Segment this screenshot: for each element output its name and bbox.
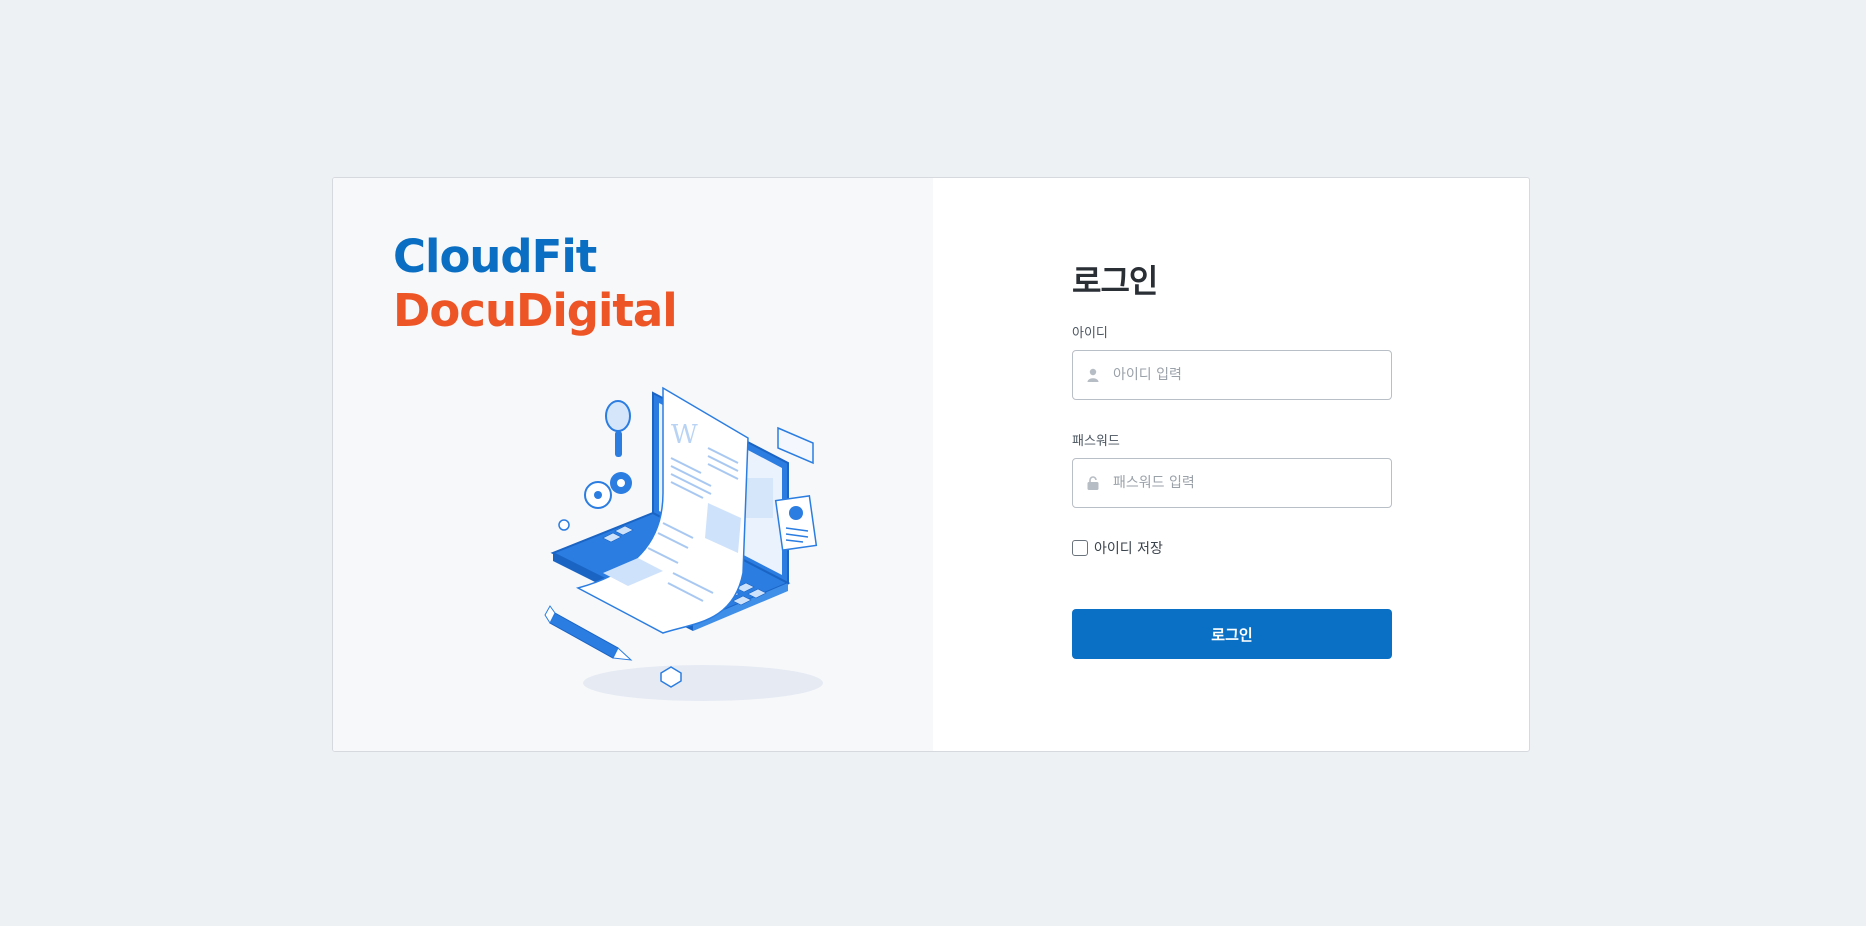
brand-logo: CloudFit DocuDigital (393, 230, 678, 338)
login-form: 로그인 아이디 패스워드 (1072, 256, 1392, 659)
id-input[interactable] (1111, 366, 1375, 384)
password-label: 패스워드 (1072, 434, 1120, 449)
remember-id-checkbox[interactable] (1072, 540, 1088, 556)
id-field[interactable] (1072, 350, 1392, 400)
login-panel: 로그인 아이디 패스워드 (933, 178, 1529, 751)
page-title: 로그인 (1072, 262, 1158, 300)
laptop-document-illustration: W (544, 386, 823, 701)
login-button[interactable]: 로그인 (1072, 609, 1392, 659)
id-label: 아이디 (1072, 326, 1108, 341)
password-field[interactable] (1072, 458, 1392, 508)
remember-id-row: 아이디 저장 (1072, 538, 1392, 558)
brand-name-primary: CloudFit (393, 230, 597, 283)
brand-name-secondary: DocuDigital (393, 284, 678, 337)
user-icon (1085, 366, 1101, 384)
svg-text:W: W (671, 420, 698, 450)
brand-panel: CloudFit DocuDigital W (333, 178, 933, 751)
remember-id-label[interactable]: 아이디 저장 (1094, 538, 1163, 558)
lock-icon (1085, 474, 1101, 492)
login-card: CloudFit DocuDigital W 로그인 아이디 아이디 입력 패스… (332, 177, 1530, 752)
password-input[interactable] (1111, 474, 1375, 492)
